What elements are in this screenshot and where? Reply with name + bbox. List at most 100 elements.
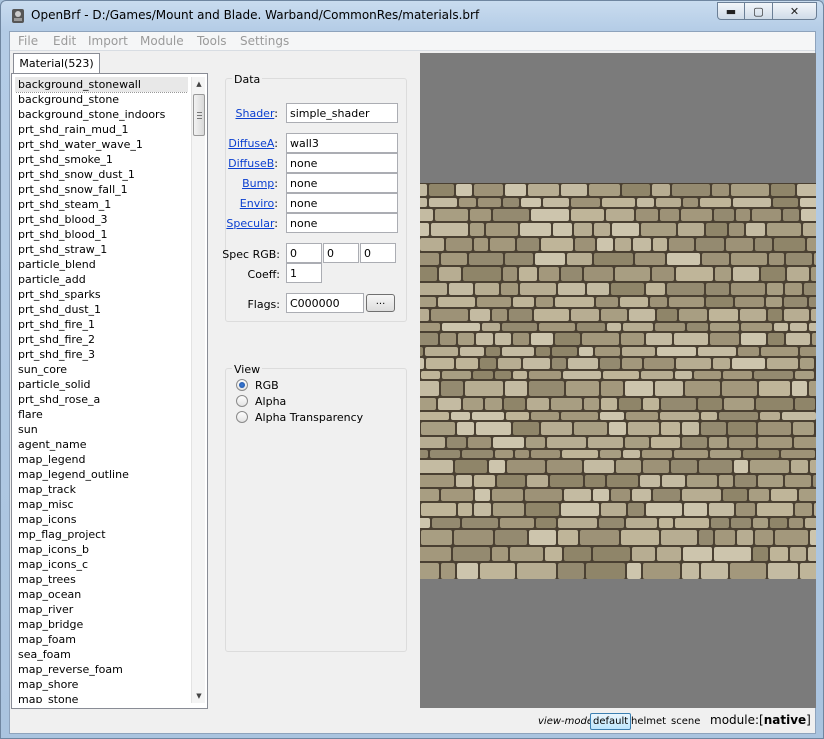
coeff-label: Coeff: bbox=[247, 268, 280, 281]
list-item[interactable]: map_ocean bbox=[15, 587, 188, 602]
list-item[interactable]: map_stone bbox=[15, 692, 188, 703]
list-item[interactable]: prt_shd_blood_1 bbox=[15, 227, 188, 242]
menu-tools[interactable]: Tools bbox=[197, 34, 227, 48]
list-item[interactable]: prt_shd_dust_1 bbox=[15, 302, 188, 317]
specular-link[interactable]: Specular bbox=[226, 217, 274, 230]
list-item[interactable]: background_stone bbox=[15, 92, 188, 107]
maximize-button[interactable]: ▢ bbox=[745, 2, 773, 20]
view-mode-helmet-button[interactable]: helmet bbox=[631, 716, 666, 727]
material-list[interactable]: background_stonewall background_stone back… bbox=[15, 77, 188, 703]
spec-g-input[interactable] bbox=[323, 243, 359, 263]
close-icon: ✕ bbox=[789, 4, 800, 18]
list-item[interactable]: map_river bbox=[15, 602, 188, 617]
openbrf-app-icon bbox=[12, 9, 24, 23]
scroll-up-icon[interactable]: ▲ bbox=[192, 77, 206, 91]
list-item[interactable]: prt_shd_fire_1 bbox=[15, 317, 188, 332]
enviro-link[interactable]: Enviro bbox=[240, 197, 275, 210]
list-item[interactable]: flare bbox=[15, 407, 188, 422]
list-item[interactable]: prt_shd_water_wave_1 bbox=[15, 137, 188, 152]
diffuseb-input[interactable] bbox=[286, 153, 398, 173]
coeff-input[interactable] bbox=[286, 263, 322, 283]
list-item[interactable]: map_foam bbox=[15, 632, 188, 647]
list-item[interactable]: map_reverse_foam bbox=[15, 662, 188, 677]
diffusea-input[interactable] bbox=[286, 133, 398, 153]
module-value: native bbox=[763, 713, 807, 727]
list-item[interactable]: sea_foam bbox=[15, 647, 188, 662]
title-bar[interactable]: OpenBrf - D:/Games/Mount and Blade. Warb… bbox=[1, 1, 823, 31]
view-option-alpha-transparency[interactable]: Alpha Transparency bbox=[236, 410, 363, 424]
list-item[interactable]: map_icons_c bbox=[15, 557, 188, 572]
flags-input[interactable] bbox=[286, 293, 364, 313]
diffusea-link[interactable]: DiffuseA bbox=[228, 137, 274, 150]
shader-link[interactable]: Shader bbox=[236, 107, 275, 120]
list-item[interactable]: prt_shd_smoke_1 bbox=[15, 152, 188, 167]
enviro-label[interactable]: Enviro: bbox=[218, 197, 278, 210]
menu-import[interactable]: Import bbox=[88, 34, 128, 48]
material-list-scrollbar[interactable]: ▲ ▼ bbox=[191, 77, 205, 703]
scroll-thumb[interactable] bbox=[193, 94, 205, 136]
spec-r-input[interactable] bbox=[286, 243, 322, 263]
specular-input[interactable] bbox=[286, 213, 398, 233]
radio-alpha[interactable] bbox=[236, 395, 248, 407]
list-item[interactable]: prt_shd_fire_3 bbox=[15, 347, 188, 362]
list-item[interactable]: map_track bbox=[15, 482, 188, 497]
list-item[interactable]: prt_shd_snow_fall_1 bbox=[15, 182, 188, 197]
menu-settings[interactable]: Settings bbox=[240, 34, 289, 48]
minimize-icon: ▬ bbox=[725, 4, 737, 18]
menu-module[interactable]: Module bbox=[140, 34, 184, 48]
list-item[interactable]: map_misc bbox=[15, 497, 188, 512]
list-item[interactable]: map_legend bbox=[15, 452, 188, 467]
list-item[interactable]: particle_add bbox=[15, 272, 188, 287]
list-item[interactable]: particle_solid bbox=[15, 377, 188, 392]
list-item[interactable]: prt_shd_sparks bbox=[15, 287, 188, 302]
menu-edit[interactable]: Edit bbox=[53, 34, 76, 48]
list-item[interactable]: prt_shd_steam_1 bbox=[15, 197, 188, 212]
menu-file[interactable]: File bbox=[18, 34, 38, 48]
list-item[interactable]: mp_flag_project bbox=[15, 527, 188, 542]
radio-alpha-transparency[interactable] bbox=[236, 411, 248, 423]
view-group-title: View bbox=[232, 363, 263, 376]
shader-label[interactable]: Shader: bbox=[218, 107, 279, 120]
list-item[interactable]: map_legend_outline bbox=[15, 467, 188, 482]
diffuseb-link[interactable]: DiffuseB bbox=[228, 157, 274, 170]
view-mode-label: view-mode: bbox=[538, 716, 597, 727]
bump-link[interactable]: Bump bbox=[242, 177, 274, 190]
menu-bar: File Edit Import Module Tools Settings bbox=[10, 32, 815, 51]
list-item[interactable]: prt_shd_rose_a bbox=[15, 392, 188, 407]
list-item[interactable]: sun_core bbox=[15, 362, 188, 377]
flags-browse-button[interactable]: ... bbox=[366, 294, 395, 312]
list-item[interactable]: background_stone_indoors bbox=[15, 107, 188, 122]
view-option-alpha[interactable]: Alpha bbox=[236, 394, 286, 408]
list-item[interactable]: prt_shd_straw_1 bbox=[15, 242, 188, 257]
list-item[interactable]: map_trees bbox=[15, 572, 188, 587]
list-item[interactable]: map_shore bbox=[15, 677, 188, 692]
minimize-button[interactable]: ▬ bbox=[717, 2, 745, 20]
specular-label[interactable]: Specular: bbox=[218, 217, 278, 230]
list-item[interactable]: prt_shd_blood_3 bbox=[15, 212, 188, 227]
shader-input[interactable] bbox=[286, 103, 398, 123]
list-item[interactable]: prt_shd_snow_dust_1 bbox=[15, 167, 188, 182]
tab-material[interactable]: Material(523) bbox=[13, 53, 100, 74]
spec-b-input[interactable] bbox=[360, 243, 396, 263]
list-item[interactable]: map_icons bbox=[15, 512, 188, 527]
list-item[interactable]: agent_name bbox=[15, 437, 188, 452]
radio-rgb[interactable] bbox=[236, 379, 248, 391]
diffusea-label[interactable]: DiffuseA: bbox=[218, 137, 278, 150]
view-option-rgb[interactable]: RGB bbox=[236, 378, 279, 392]
list-item[interactable]: prt_shd_fire_2 bbox=[15, 332, 188, 347]
view-mode-scene-button[interactable]: scene bbox=[671, 716, 700, 727]
list-item[interactable]: background_stonewall bbox=[15, 77, 188, 93]
list-item[interactable]: map_icons_b bbox=[15, 542, 188, 557]
enviro-input[interactable] bbox=[286, 193, 398, 213]
texture-preview-viewport[interactable] bbox=[420, 53, 816, 708]
list-item[interactable]: particle_blend bbox=[15, 257, 188, 272]
view-mode-default-button[interactable]: default bbox=[590, 713, 632, 730]
diffuseb-label[interactable]: DiffuseB: bbox=[218, 157, 278, 170]
bump-label[interactable]: Bump: bbox=[218, 177, 278, 190]
close-button[interactable]: ✕ bbox=[773, 2, 817, 20]
list-item[interactable]: prt_shd_rain_mud_1 bbox=[15, 122, 188, 137]
bump-input[interactable] bbox=[286, 173, 398, 193]
list-item[interactable]: sun bbox=[15, 422, 188, 437]
scroll-down-icon[interactable]: ▼ bbox=[192, 689, 206, 703]
list-item[interactable]: map_bridge bbox=[15, 617, 188, 632]
